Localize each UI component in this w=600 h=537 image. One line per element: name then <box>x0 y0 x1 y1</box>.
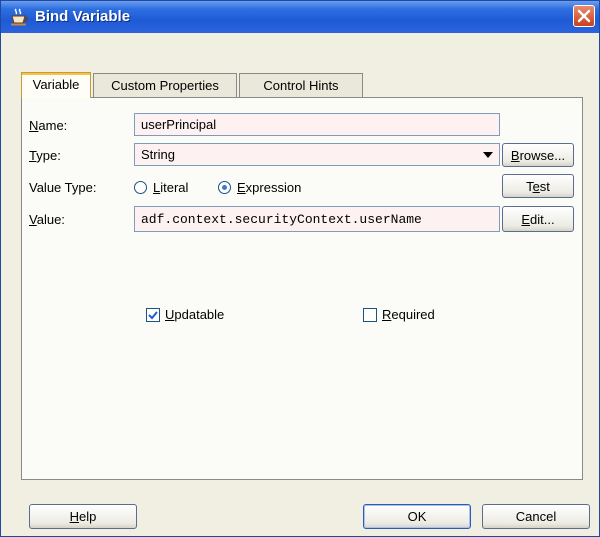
expression-radio[interactable] <box>218 181 231 194</box>
edit-button[interactable]: Edit... <box>502 206 574 232</box>
tab-control-hints-label: Control Hints <box>263 78 339 93</box>
literal-radio[interactable] <box>134 181 147 194</box>
chevron-down-icon[interactable] <box>483 152 493 158</box>
checkmark-icon <box>148 311 158 320</box>
coffee-cup-icon <box>11 8 28 26</box>
bind-variable-dialog: Bind Variable Variable Custom Properties… <box>0 0 600 537</box>
updatable-checkbox[interactable] <box>146 308 160 322</box>
close-icon <box>577 9 591 23</box>
value-field[interactable]: adf.context.securityContext.userName <box>134 206 500 232</box>
help-button[interactable]: Help <box>29 504 137 529</box>
type-label: Type: <box>29 148 61 163</box>
tab-variable[interactable]: Variable <box>21 72 91 98</box>
cancel-button[interactable]: Cancel <box>482 504 590 529</box>
name-field[interactable]: userPrincipal <box>134 113 500 136</box>
literal-radio-label[interactable]: Literal <box>153 180 188 195</box>
test-button[interactable]: Test <box>502 174 574 198</box>
expression-radio-label[interactable]: Expression <box>237 180 301 195</box>
value-label: Value: <box>29 212 65 227</box>
tab-custom-properties[interactable]: Custom Properties <box>93 73 237 97</box>
close-button[interactable] <box>573 5 595 27</box>
ok-button[interactable]: OK <box>363 504 471 529</box>
required-checkbox[interactable] <box>363 308 377 322</box>
tab-custom-properties-label: Custom Properties <box>111 78 219 93</box>
name-field-value: userPrincipal <box>141 117 217 132</box>
name-label: Name: <box>29 118 68 133</box>
value-field-value: adf.context.securityContext.userName <box>141 212 422 227</box>
variable-panel: Name: userPrincipal Type: String Browse.… <box>21 97 583 480</box>
value-type-label: Value Type: <box>29 180 97 195</box>
updatable-label[interactable]: Updatable <box>165 307 224 322</box>
tab-variable-label: Variable <box>32 77 80 92</box>
required-label[interactable]: Required <box>382 307 435 322</box>
window-title: Bind Variable <box>35 8 131 25</box>
tab-control-hints[interactable]: Control Hints <box>239 73 363 97</box>
browse-button[interactable]: Browse... <box>502 143 574 167</box>
type-select[interactable]: String <box>134 143 500 166</box>
title-bar[interactable]: Bind Variable <box>1 1 599 33</box>
type-select-value: String <box>141 147 175 162</box>
